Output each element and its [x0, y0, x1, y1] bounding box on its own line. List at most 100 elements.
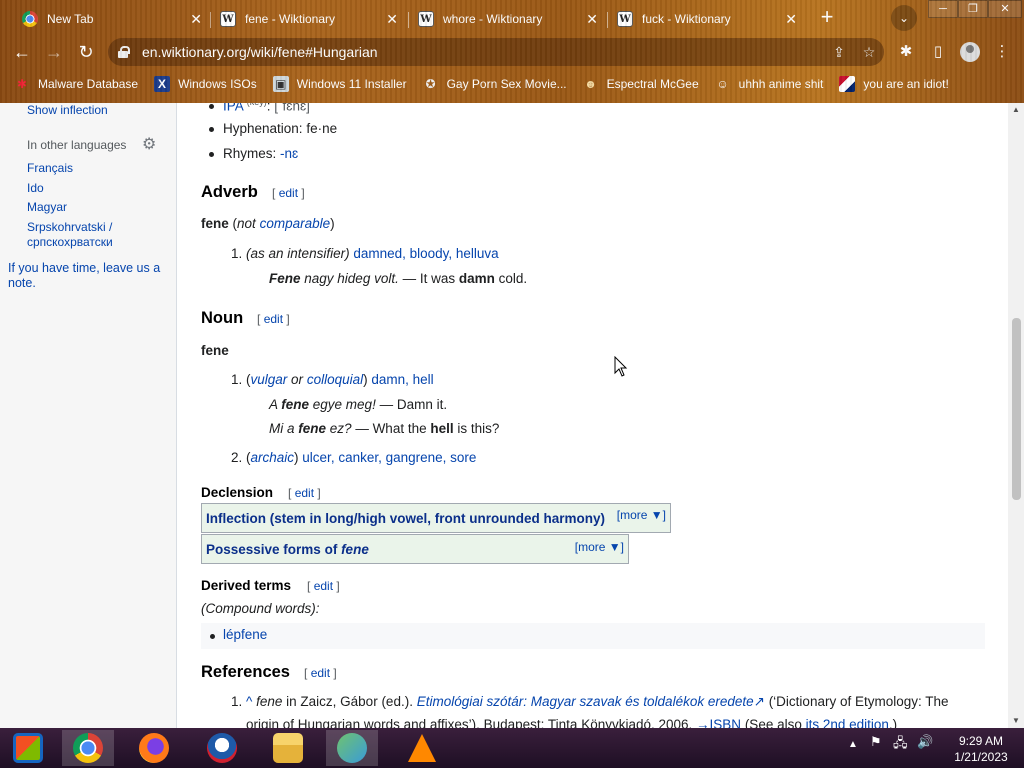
- language-link-ido[interactable]: Ido: [27, 181, 44, 196]
- maximize-button[interactable]: ❐: [958, 0, 988, 18]
- edit-link[interactable]: edit: [311, 666, 330, 680]
- gloss-links[interactable]: damned, bloody, helluva: [353, 246, 498, 261]
- leave-note-link[interactable]: If you have time, leave us a: [8, 261, 160, 276]
- gear-icon[interactable]: ⚙: [142, 137, 158, 153]
- vertical-scrollbar[interactable]: ▲ ▼: [1008, 103, 1024, 728]
- noun-example-2: Mi a fene ez? — What the hell is this?: [269, 421, 500, 436]
- menu-icon[interactable]: ⋮: [992, 42, 1012, 62]
- taskbar-vlc[interactable]: [396, 730, 448, 766]
- forward-button[interactable]: →: [42, 40, 66, 64]
- clock-date: 1/21/2023: [954, 750, 1008, 764]
- reload-button[interactable]: ↻: [74, 40, 98, 64]
- backlink[interactable]: ^: [246, 694, 252, 709]
- ipa-value: [ˈfɛnɛ]: [274, 103, 310, 114]
- edit-link[interactable]: edit: [264, 312, 283, 326]
- taskbar-chrome[interactable]: [62, 730, 114, 766]
- rhymes-link[interactable]: -nɛ: [280, 146, 298, 161]
- tab-whore[interactable]: W whore - Wiktionary ✕: [408, 4, 608, 34]
- archaic-link[interactable]: archaic: [251, 450, 295, 465]
- gloss-links[interactable]: damn, hell: [371, 372, 433, 387]
- volume-icon[interactable]: 🔊: [917, 734, 933, 750]
- firefox-icon: [139, 733, 169, 763]
- show-hidden-icons[interactable]: ▲: [848, 739, 858, 750]
- star-icon[interactable]: ☆: [854, 44, 884, 61]
- more-toggle[interactable]: [more ▼]: [575, 540, 624, 554]
- system-clock[interactable]: 9:29 AM 1/21/2023: [946, 733, 1016, 765]
- network-icon[interactable]: 🖧: [893, 734, 908, 756]
- close-icon[interactable]: ✕: [785, 11, 797, 28]
- vulgar-link[interactable]: vulgar: [251, 372, 288, 387]
- hyphenation-label: Hyphenation:: [223, 121, 303, 136]
- people-icon: [337, 733, 367, 763]
- profile-avatar[interactable]: [960, 42, 980, 62]
- bookmark-malware-database[interactable]: ✱ Malware Database: [14, 76, 138, 92]
- tab-strip: New Tab ✕ W fene - Wiktionary ✕ W whore …: [0, 0, 1024, 34]
- edit-link[interactable]: edit: [279, 186, 298, 200]
- bookmark-site[interactable]: ✪ Gay Porn Sex Movie...: [423, 76, 567, 92]
- close-window-button[interactable]: ✕: [988, 0, 1022, 18]
- inflection-table-collapsed[interactable]: Inflection (stem in long/high vowel, fro…: [201, 503, 671, 533]
- start-button[interactable]: [2, 730, 54, 766]
- colloquial-link[interactable]: colloquial: [307, 372, 363, 387]
- other-languages-heading: In other languages: [27, 138, 127, 152]
- lock-icon[interactable]: [118, 46, 130, 58]
- bookmark-espectral-mcgee[interactable]: ☻ Espectral McGee: [583, 76, 698, 92]
- compound-words-note: (Compound words):: [201, 601, 320, 616]
- bookmark-label: you are an idiot!: [863, 77, 949, 91]
- ipa-link[interactable]: IPA: [223, 103, 243, 114]
- share-icon[interactable]: ⇪: [824, 44, 854, 61]
- new-tab-button[interactable]: +: [815, 6, 839, 30]
- tab-title: whore - Wiktionary: [443, 12, 543, 26]
- main-content: IPA (key): [ˈfɛnɛ] Hyphenation: fe·ne Rh…: [178, 103, 1008, 728]
- reference-1: 1. ^ fene in Zaicz, Gábor (ed.). Etimoló…: [231, 694, 949, 709]
- show-inflection-link[interactable]: Show inflection: [27, 103, 108, 118]
- taskbar-firefox[interactable]: [128, 730, 180, 766]
- gloss-links[interactable]: ulcer, canker, gangrene, sore: [302, 450, 476, 465]
- derived-term-link[interactable]: lépfene: [223, 627, 267, 642]
- ladybug-icon: ✱: [16, 77, 28, 91]
- scroll-down-arrow-icon[interactable]: ▼: [1008, 714, 1024, 728]
- taskbar-people[interactable]: [326, 730, 378, 766]
- tab-fene[interactable]: W fene - Wiktionary ✕: [210, 4, 408, 34]
- tab-search-button[interactable]: ⌄: [891, 5, 917, 31]
- address-bar[interactable]: en.wiktionary.org/wiki/fene#Hungarian ⇪ …: [108, 38, 884, 66]
- isbn-link[interactable]: →ISBN: [696, 717, 741, 728]
- external-link-icon: ↗: [753, 694, 765, 709]
- possessive-table-collapsed[interactable]: Possessive forms of fene [more ▼]: [201, 534, 629, 564]
- bookmark-you-are-an-idiot[interactable]: you are an idiot!: [839, 76, 949, 92]
- more-toggle[interactable]: [more ▼]: [617, 508, 666, 522]
- minimize-button[interactable]: ─: [928, 0, 958, 18]
- taskbar-file-explorer[interactable]: [262, 730, 314, 766]
- side-panel-icon[interactable]: ▯: [928, 42, 948, 62]
- second-edition-link[interactable]: its 2nd edition: [806, 717, 889, 728]
- scrollbar-thumb[interactable]: [1012, 318, 1021, 500]
- noun-sense-1: 1. (vulgar or colloquial) damn, hell: [231, 372, 434, 387]
- bookmark-windows-isos[interactable]: X Windows ISOs: [154, 76, 257, 92]
- site-icon: ✪: [425, 77, 436, 91]
- comparable-link[interactable]: comparable: [260, 216, 331, 231]
- close-icon[interactable]: ✕: [586, 11, 598, 28]
- close-icon[interactable]: ✕: [190, 11, 202, 28]
- scroll-up-arrow-icon[interactable]: ▲: [1008, 103, 1024, 117]
- close-icon[interactable]: ✕: [386, 11, 398, 28]
- bookmark-anime[interactable]: ☺ uhhh anime shit: [715, 76, 824, 92]
- reference-title-link[interactable]: Etimológiai szótár: Magyar szavak és tol…: [417, 694, 754, 709]
- action-center-flag-icon[interactable]: ⚑: [870, 734, 882, 750]
- noun-example-1: A fene egye meg! — Damn it.: [269, 397, 448, 412]
- back-button[interactable]: ←: [10, 40, 34, 64]
- tab-new-tab[interactable]: New Tab ✕: [12, 4, 212, 34]
- file-explorer-icon: [273, 733, 303, 763]
- taskbar-campaign[interactable]: [196, 730, 248, 766]
- language-link-srpskohrvatski[interactable]: Srpskohrvatski / српскохрватски: [27, 220, 157, 250]
- language-link-magyar[interactable]: Magyar: [27, 200, 67, 215]
- leave-note-link-continued[interactable]: note.: [8, 276, 36, 291]
- possessive-title: Possessive forms of fene: [206, 542, 369, 557]
- language-link-francais[interactable]: Français: [27, 161, 73, 176]
- extensions-icon[interactable]: ✱: [896, 42, 916, 62]
- bookmark-windows-11-installer[interactable]: ▣ Windows 11 Installer: [272, 76, 407, 92]
- noun-heading: Noun: [201, 309, 244, 327]
- url-text[interactable]: en.wiktionary.org/wiki/fene#Hungarian: [142, 44, 824, 60]
- tab-fuck[interactable]: W fuck - Wiktionary ✕: [607, 4, 807, 34]
- edit-link[interactable]: edit: [314, 579, 333, 593]
- edit-link[interactable]: edit: [295, 486, 314, 500]
